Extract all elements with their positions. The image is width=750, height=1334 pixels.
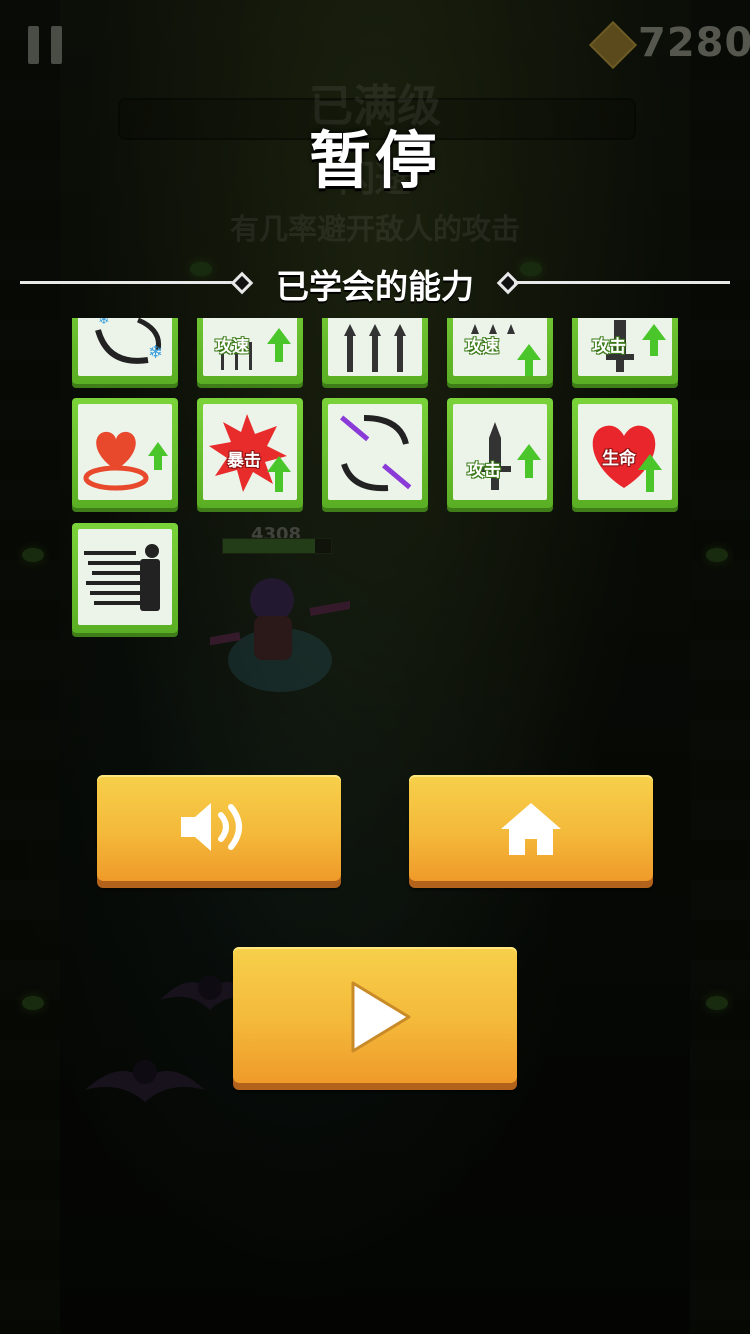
pause-overlay: [0, 0, 750, 1334]
ability-label: 暴击: [227, 451, 261, 471]
ability-tile[interactable]: [72, 398, 178, 508]
ability-label: 攻击: [467, 461, 501, 481]
svg-text:❄: ❄: [148, 342, 163, 363]
speaker-sound-icon: [181, 803, 242, 851]
ability-label: 攻击: [592, 337, 626, 357]
pause-title: 暂停: [308, 124, 441, 197]
pause-icon[interactable]: [28, 26, 62, 64]
home-icon: [501, 803, 561, 855]
speed-dash-icon: [84, 544, 160, 611]
learned-abilities-header: 已学会的能力: [20, 258, 730, 308]
spinning-blades-icon: [340, 415, 412, 492]
ability-tile[interactable]: 攻速: [447, 318, 553, 384]
gem-count: 7280: [638, 20, 750, 66]
frost-arc-icon: ❄ ❄: [95, 318, 163, 364]
divider-line: [514, 281, 730, 284]
ability-tile[interactable]: 攻击: [572, 318, 678, 384]
resume-play-button[interactable]: [233, 947, 517, 1083]
ability-tile[interactable]: 生命: [572, 398, 678, 508]
game-background: 已满级 闪避 有几率避开敌人的攻击 4308: [0, 0, 750, 1334]
multishot-arrows-icon: [344, 324, 406, 372]
play-icon: [351, 981, 411, 1053]
ability-tile[interactable]: [72, 523, 178, 633]
ability-label: 生命: [602, 449, 636, 469]
ability-tile[interactable]: 攻击: [447, 398, 553, 508]
ability-tile[interactable]: [322, 398, 428, 508]
ability-tile[interactable]: 攻速: [197, 318, 303, 384]
ability-label: 攻速: [215, 337, 249, 357]
ability-tile[interactable]: ❄ ❄: [72, 318, 178, 384]
learned-abilities-title: 已学会的能力: [276, 267, 474, 306]
svg-text:❄: ❄: [98, 318, 110, 328]
heart-ring-up-icon: [83, 431, 168, 491]
ability-tile[interactable]: [322, 318, 428, 384]
ability-label: 攻速: [465, 337, 499, 357]
ability-tile[interactable]: 暴击: [197, 398, 303, 508]
home-button[interactable]: [409, 775, 653, 881]
ability-grid-scroll[interactable]: ❄ ❄ 攻速 攻速 攻击: [0, 318, 750, 388]
attack-up-icon: [479, 422, 541, 490]
sound-button[interactable]: [97, 775, 341, 881]
